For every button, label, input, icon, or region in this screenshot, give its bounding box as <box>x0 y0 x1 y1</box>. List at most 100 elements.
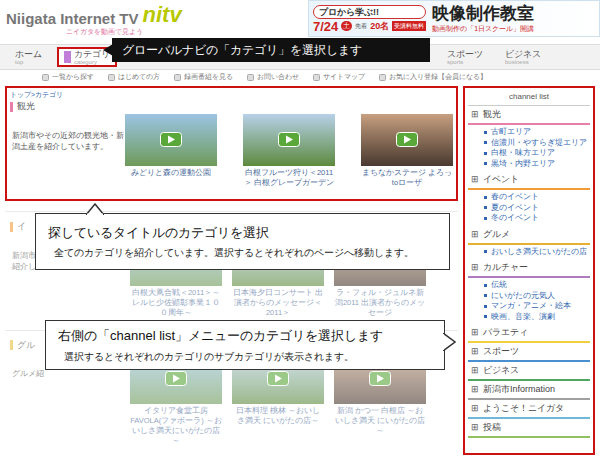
sub-item[interactable]: 伝統 <box>484 280 590 291</box>
channel-item[interactable]: ⊞ビジネス <box>468 362 590 381</box>
channel-list: channel list⊞観光古町エリア信濃川・やすらぎ堤エリア白根・味方エリア… <box>463 86 595 455</box>
sub-list: 古町エリア信濃川・やすらぎ堤エリア白根・味方エリア黒埼・内野エリア <box>468 125 590 171</box>
category-description: 新潟市やその近郊の観光地・新潟土産を紹介しています。 <box>10 114 125 190</box>
link-icon <box>247 74 254 81</box>
sub-item[interactable]: 黒埼・内野エリア <box>484 159 590 170</box>
expand-icon[interactable]: ⊞ <box>471 385 479 394</box>
sub-nav-item[interactable]: はじめての方 <box>108 72 160 83</box>
category-label[interactable]: 観光 <box>10 100 453 114</box>
banner-sub: 動画制作の「1日スクール」開講 <box>432 24 534 34</box>
play-icon <box>165 371 187 386</box>
expand-icon[interactable]: ⊞ <box>471 423 479 432</box>
banner-day: 土 <box>341 21 352 31</box>
sub-nav-item[interactable]: お問い合わせ <box>247 72 299 83</box>
channel-item[interactable]: ⊞スポーツ <box>468 343 590 362</box>
sub-item[interactable]: おいしさ満天にいがたの店 <box>484 247 590 258</box>
channel-item[interactable]: ⊞イベント <box>468 171 590 190</box>
nav-item[interactable]: スポーツsports <box>440 47 490 67</box>
channel-group: ⊞ようこそ！ニイガタ <box>468 400 590 419</box>
nav-item[interactable]: ホームtop <box>8 47 49 67</box>
channel-item[interactable]: ⊞新潟市Information <box>468 381 590 400</box>
sub-item[interactable]: 夏のイベント <box>484 203 590 214</box>
video-card[interactable]: みどりと森の運動公園 <box>125 114 217 190</box>
nav-item[interactable]: ビジネスbusiness <box>498 47 548 67</box>
channel-item[interactable]: ⊞グルメ <box>468 226 590 245</box>
video-title[interactable]: 日本海夕日コンサート 出演者からのメッセージ＜2011＞ <box>232 286 324 320</box>
video-title[interactable]: 新潟 かつ一 白根店 ～おいしさ満天 にいがたの店～ <box>334 404 426 438</box>
breadcrumb[interactable]: トップ>カテゴリ <box>10 90 453 100</box>
video-thumbnail[interactable] <box>243 114 335 166</box>
link-icon <box>379 74 386 81</box>
channel-group: ⊞グルメおいしさ満天にいがたの店 <box>468 226 590 260</box>
channel-group: ⊞イベント春のイベント夏のイベント冬のイベント <box>468 171 590 226</box>
channel-item[interactable]: ⊞ようこそ！ニイガタ <box>468 400 590 419</box>
play-icon <box>267 371 289 386</box>
video-title[interactable]: まちなかステージ よろっtoローザ <box>361 166 453 190</box>
sub-item[interactable]: 映画、音楽、演劇 <box>484 312 590 323</box>
sub-item[interactable]: 白根・味方エリア <box>484 148 590 159</box>
video-title[interactable]: みどりと森の運動公園 <box>131 166 211 180</box>
video-card[interactable]: 白根フルーツ狩り＜2011＞ 白根グレープガーデン <box>243 114 335 190</box>
video-title[interactable]: 日本料理 桃林 ～おいしさ満天 にいがたの店～ <box>232 404 324 428</box>
body: トップ>カテゴリ観光新潟市やその近郊の観光地・新潟土産を紹介しています。みどりと… <box>0 86 600 455</box>
category-section[interactable]: トップ>カテゴリ観光新潟市やその近郊の観光地・新潟土産を紹介しています。みどりと… <box>5 86 458 201</box>
video-title[interactable]: ラ・フォル・ジュルネ新潟2011 出演者からのメッセージ <box>334 286 426 320</box>
video-thumbnail[interactable] <box>125 114 217 166</box>
sub-nav: 一覧から探す はじめての方 録画番組を見る お問い合わせ サイトマップ お気に入り登録【会… <box>0 70 600 84</box>
sub-item[interactable]: 信濃川・やすらぎ堤エリア <box>484 138 590 149</box>
expand-icon[interactable]: ⊞ <box>471 230 479 239</box>
expand-icon[interactable]: ⊞ <box>471 404 479 413</box>
sub-list: 伝統にいがたの元気人マンガ・アニメ・絵本映画、音楽、演劇 <box>468 278 590 324</box>
sub-nav-item[interactable]: お気に入り登録【会員になる】 <box>379 72 487 83</box>
channel-group: ⊞カルチャー伝統にいがたの元気人マンガ・アニメ・絵本映画、音楽、演劇 <box>468 259 590 324</box>
video-thumbnail[interactable] <box>361 114 453 166</box>
sub-item[interactable]: 古町エリア <box>484 127 590 138</box>
channel-group: ⊞投稿 <box>468 419 590 438</box>
expand-icon[interactable]: ⊞ <box>471 263 479 272</box>
play-icon <box>160 132 182 147</box>
sub-nav-item[interactable]: 一覧から探す <box>42 72 94 83</box>
channel-group: ⊞ビジネス <box>468 362 590 381</box>
sub-item[interactable]: マンガ・アニメ・絵本 <box>484 301 590 312</box>
video-title[interactable]: 白根フルーツ狩り＜2011＞ 白根グレープガーデン <box>243 166 335 190</box>
channel-item[interactable]: ⊞カルチャー <box>468 259 590 278</box>
banner[interactable]: プロから学ぶ!!7/24土先着20名受講料無料映像制作教室動画制作の「1日スクー… <box>308 0 600 37</box>
play-icon <box>369 371 391 386</box>
banner-lead: プロから学ぶ!! <box>313 5 426 19</box>
expand-icon[interactable]: ⊞ <box>471 110 479 119</box>
channel-item[interactable]: ⊞バラエティ <box>468 324 590 343</box>
sub-nav-item[interactable]: サイトマップ <box>313 72 365 83</box>
expand-icon[interactable]: ⊞ <box>471 366 479 375</box>
sub-list: おいしさ満天にいがたの店 <box>468 245 590 260</box>
sub-item[interactable]: にいがたの元気人 <box>484 291 590 302</box>
pointer-right-icon <box>443 333 456 351</box>
link-icon <box>174 74 181 81</box>
banner-date: 7/24 <box>313 20 338 33</box>
expand-icon[interactable]: ⊞ <box>471 328 479 337</box>
sub-item[interactable]: 冬のイベント <box>484 213 590 224</box>
play-icon <box>396 132 418 147</box>
sub-list: 春のイベント夏のイベント冬のイベント <box>468 190 590 226</box>
expand-icon[interactable]: ⊞ <box>471 175 479 184</box>
link-icon <box>108 74 115 81</box>
sub-item[interactable]: 春のイベント <box>484 192 590 203</box>
annotation-callout: 探しているタイトルのカテゴリを選択全てのカテゴリを紹介しています。選択するとそれ… <box>35 213 450 270</box>
main-column: トップ>カテゴリ観光新潟市やその近郊の観光地・新潟土産を紹介しています。みどりと… <box>5 86 458 455</box>
channel-item[interactable]: ⊞観光 <box>468 106 590 125</box>
pointer-left-icon <box>103 44 113 56</box>
channel-group: ⊞観光古町エリア信濃川・やすらぎ堤エリア白根・味方エリア黒埼・内野エリア <box>468 106 590 171</box>
sub-nav-item[interactable]: 録画番組を見る <box>174 72 233 83</box>
annotation-callout: 右側の「channel list」メニューのカテゴリを選択します選択するとそれぞ… <box>45 320 445 370</box>
expand-icon[interactable]: ⊞ <box>471 347 479 356</box>
logo[interactable]: Niigata Internet TVnitvニイガタを動画で見よう <box>0 0 300 35</box>
video-title[interactable]: イタリア食堂工房FAVOLA(ファボーラ) ～おいしさ満天にいがたの店～ <box>130 404 222 448</box>
channel-group: ⊞スポーツ <box>468 343 590 362</box>
selected-mark <box>64 51 71 63</box>
channel-group: ⊞バラエティ <box>468 324 590 343</box>
channel-group: ⊞新潟市Information <box>468 381 590 400</box>
video-title[interactable]: 白根大凧合戦＜2011＞～レルヒ少佐顕彰事業１００周年～ <box>130 286 222 320</box>
channel-item[interactable]: ⊞投稿 <box>468 419 590 438</box>
play-icon <box>278 132 300 147</box>
banner-capacity: 20名 <box>370 22 389 31</box>
video-card[interactable]: まちなかステージ よろっtoローザ <box>361 114 453 190</box>
